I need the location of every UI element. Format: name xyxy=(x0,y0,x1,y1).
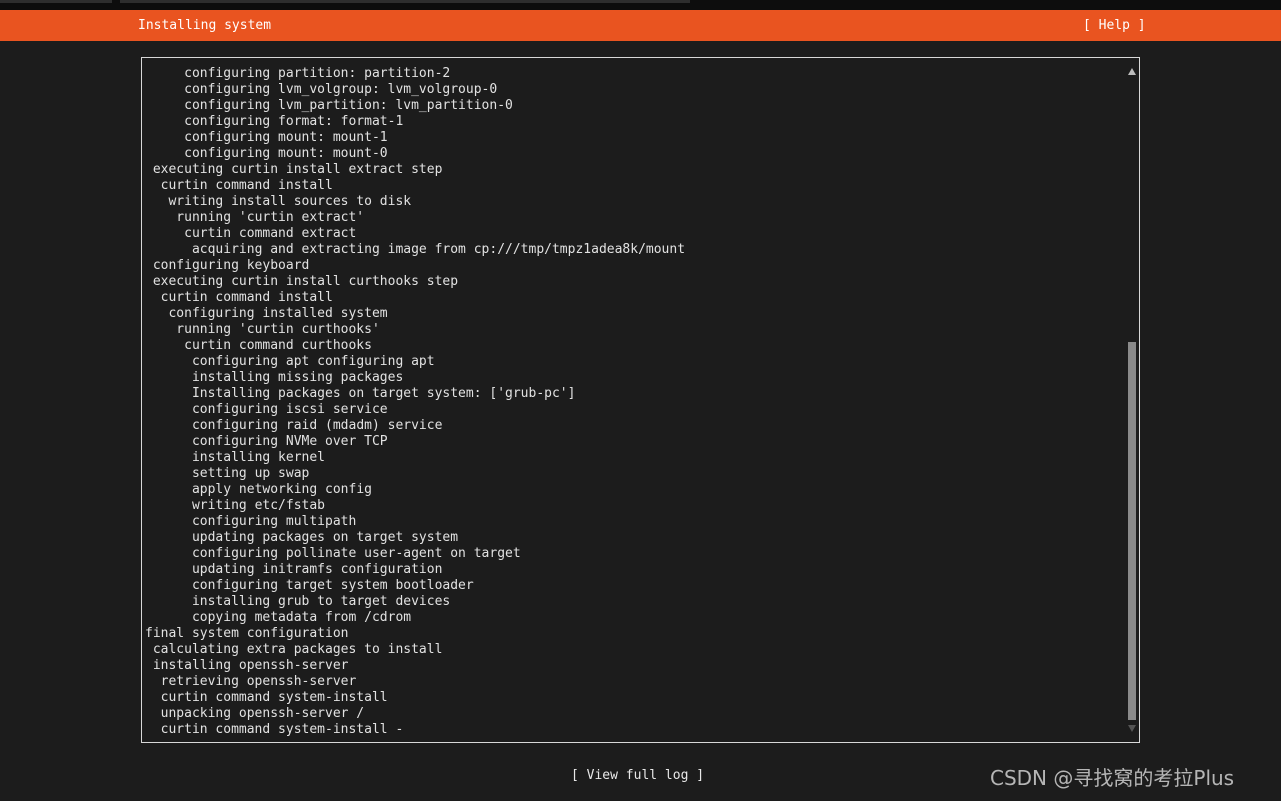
log-line: Installing packages on target system: ['… xyxy=(191,386,576,401)
view-full-log-button[interactable]: [ View full log ] xyxy=(571,768,704,784)
log-line: configuring multipath xyxy=(191,514,357,529)
window-top-strip xyxy=(0,0,1281,10)
log-line: configuring apt configuring apt xyxy=(191,354,435,369)
csdn-watermark: CSDN @寻找窝的考拉Plus xyxy=(990,766,1235,790)
log-line: retrieving openssh-server xyxy=(160,674,357,689)
log-line: curtin command install xyxy=(160,178,333,193)
log-line: configuring lvm_volgroup: lvm_volgroup-0 xyxy=(184,82,498,97)
log-line: configuring format: format-1 xyxy=(184,114,404,129)
log-line: writing etc/fstab xyxy=(191,498,326,513)
window-tab xyxy=(0,0,112,3)
page-title: Installing system xyxy=(138,18,272,33)
log-line: configuring lvm_partition: lvm_partition… xyxy=(184,98,513,113)
log-line: installing kernel xyxy=(191,450,326,465)
log-line: curtin command system-install xyxy=(160,690,388,705)
log-line: installing openssh-server xyxy=(152,658,349,673)
log-line: running 'curtin curthooks' xyxy=(176,322,380,337)
log-line: setting up swap xyxy=(191,466,310,481)
log-line: configuring NVMe over TCP xyxy=(191,434,388,449)
log-line: configuring target system bootloader xyxy=(191,578,474,593)
log-line: configuring installed system xyxy=(168,306,388,321)
log-line: configuring mount: mount-0 xyxy=(184,146,388,161)
log-line: configuring pollinate user-agent on targ… xyxy=(191,546,521,561)
install-log-panel[interactable]: configuring partition: partition-2 config… xyxy=(141,57,1140,743)
log-line: configuring iscsi service xyxy=(191,402,388,417)
log-line: configuring keyboard xyxy=(152,258,310,273)
log-line: curtin command install xyxy=(160,290,333,305)
scroll-up-arrow-icon[interactable] xyxy=(1127,67,1137,77)
scrollbar-track[interactable] xyxy=(1128,80,1136,720)
window-tab xyxy=(120,0,690,3)
log-line: installing grub to target devices xyxy=(191,594,451,609)
log-line: updating packages on target system xyxy=(191,530,459,545)
log-line: acquiring and extracting image from cp:/… xyxy=(191,242,686,257)
scroll-down-arrow-icon[interactable] xyxy=(1127,723,1137,733)
log-line: installing missing packages xyxy=(191,370,404,385)
log-line: executing curtin install curthooks step xyxy=(152,274,459,289)
log-line: running 'curtin extract' xyxy=(176,210,365,225)
log-line: updating initramfs configuration xyxy=(191,562,443,577)
log-line: writing install sources to disk xyxy=(168,194,412,209)
install-log-lines: configuring partition: partition-2 config… xyxy=(145,66,685,738)
log-line: curtin command extract xyxy=(184,226,357,241)
log-line: curtin command system-install - xyxy=(160,722,404,737)
log-line: calculating extra packages to install xyxy=(152,642,443,657)
log-line: configuring raid (mdadm) service xyxy=(191,418,443,433)
help-button[interactable]: [ Help ] xyxy=(1083,18,1146,34)
log-line: apply networking config xyxy=(191,482,372,497)
log-line: executing curtin install extract step xyxy=(152,162,443,177)
installer-header: Installing system [ Help ] xyxy=(0,10,1281,41)
log-line: curtin command curthooks xyxy=(184,338,372,353)
log-line: copying metadata from /cdrom xyxy=(191,610,412,625)
log-line: final system configuration xyxy=(145,626,349,641)
log-line: configuring mount: mount-1 xyxy=(184,130,388,145)
log-line: unpacking openssh-server / xyxy=(160,706,365,721)
scrollbar-thumb[interactable] xyxy=(1128,342,1136,720)
log-line: configuring partition: partition-2 xyxy=(184,66,451,81)
